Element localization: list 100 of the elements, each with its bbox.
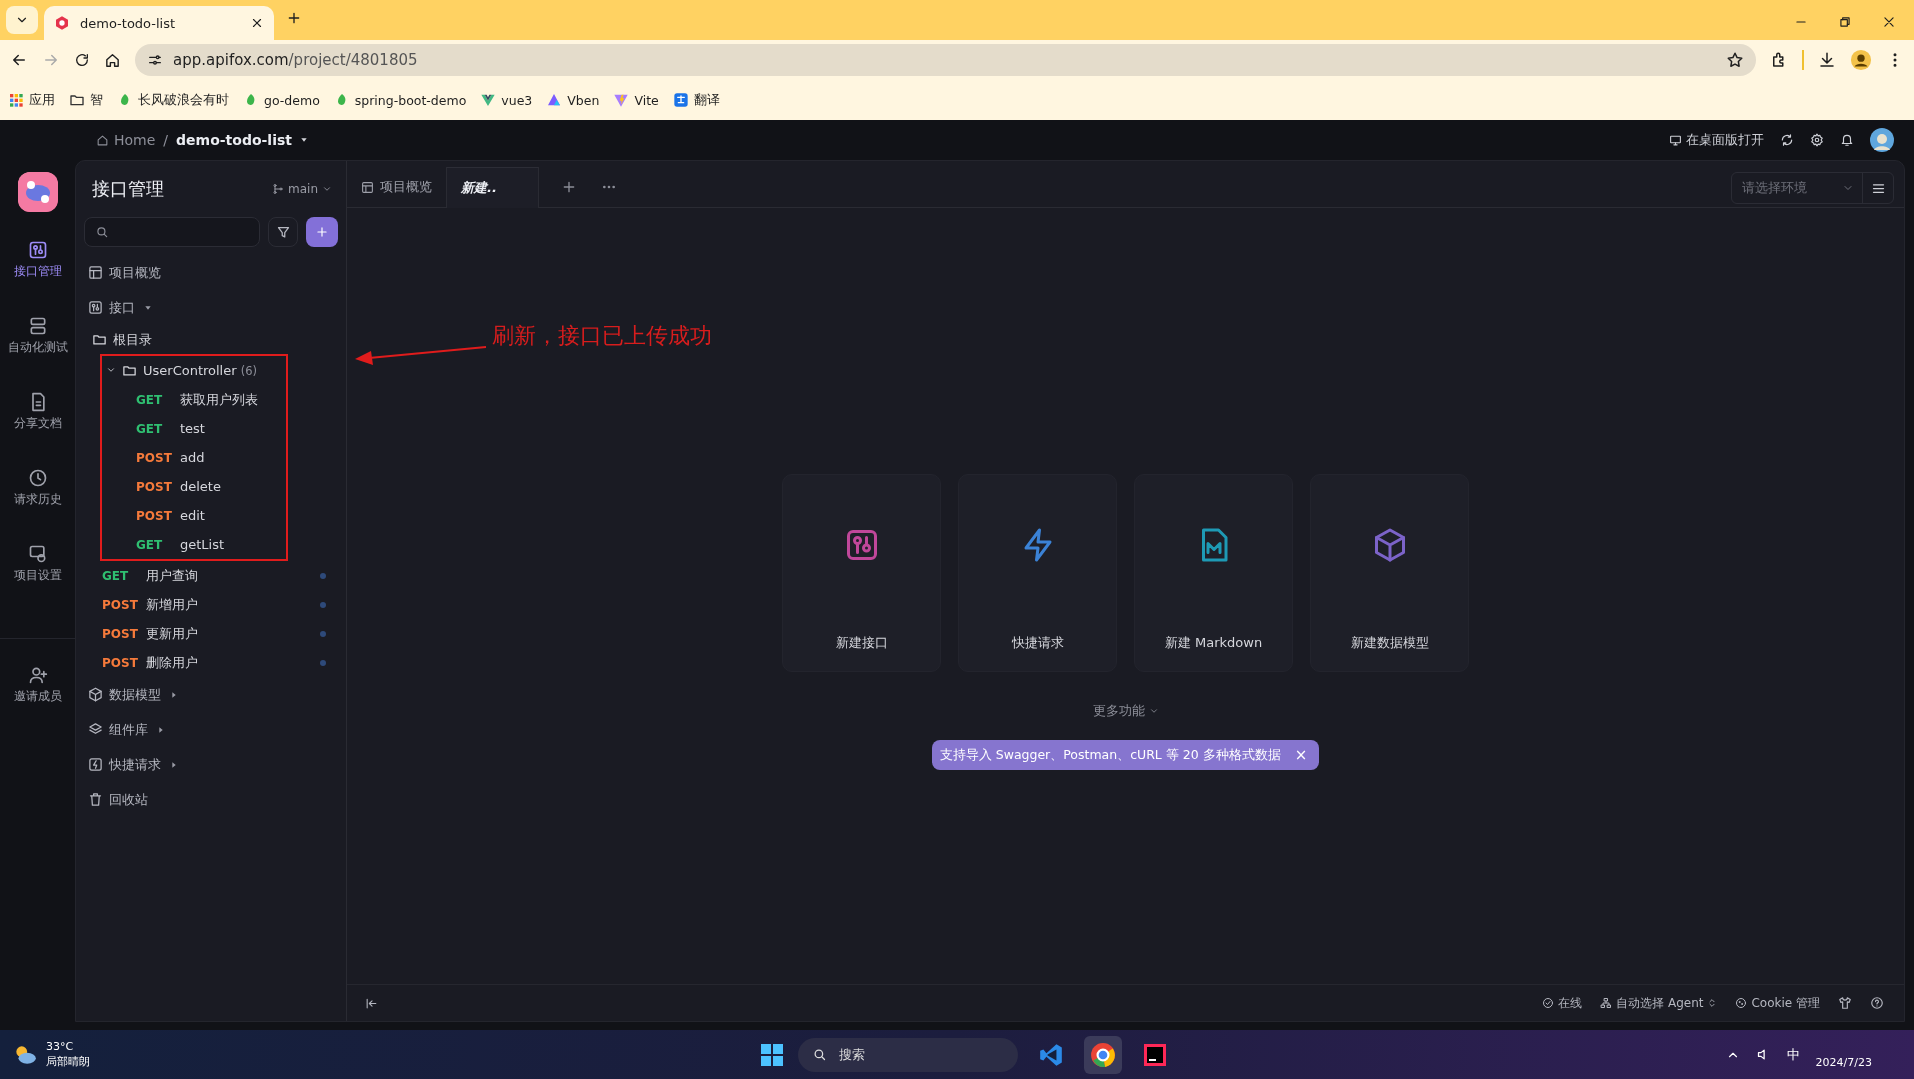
tree-folder[interactable]: 根目录 bbox=[92, 325, 338, 354]
restore-icon[interactable] bbox=[1838, 15, 1852, 29]
browser-tab[interactable]: demo-todo-list bbox=[44, 6, 274, 40]
nav-item[interactable]: 组件库 bbox=[84, 712, 338, 747]
translate-icon bbox=[672, 92, 689, 108]
endpoint-item[interactable]: POST edit bbox=[136, 501, 286, 530]
rail-item[interactable]: 分享文档 bbox=[0, 384, 75, 460]
chevron-down-icon bbox=[1148, 706, 1159, 716]
close-icon[interactable] bbox=[1882, 15, 1896, 29]
open-desktop-link[interactable]: 在桌面版打开 bbox=[1669, 131, 1764, 149]
apps-icon bbox=[8, 92, 24, 108]
weather-widget[interactable]: 33°C 局部晴朗 bbox=[12, 1040, 90, 1069]
trash-icon bbox=[88, 792, 103, 807]
api-icon bbox=[88, 300, 103, 315]
endpoint-item[interactable]: POST 更新用户 bbox=[102, 619, 338, 648]
branch-selector[interactable]: main bbox=[272, 182, 332, 196]
gradient-shape-icon bbox=[546, 92, 563, 108]
home-icon[interactable] bbox=[104, 51, 121, 69]
endpoint-item[interactable]: POST add bbox=[136, 443, 286, 472]
bookmark[interactable]: 应用 bbox=[8, 91, 55, 109]
taskbar-date[interactable]: 2024/7/23 bbox=[1815, 1056, 1872, 1069]
sync-icon[interactable] bbox=[1780, 133, 1794, 147]
taskbar-search[interactable]: 搜索 bbox=[798, 1037, 1018, 1072]
input-method[interactable]: 中 bbox=[1786, 1045, 1800, 1064]
rail-item[interactable]: 接口管理 bbox=[0, 232, 75, 308]
bell-icon[interactable] bbox=[1840, 133, 1854, 147]
plus-icon bbox=[315, 225, 329, 239]
agent-selector[interactable]: 自动选择 Agent bbox=[1600, 994, 1718, 1012]
caret-right-icon[interactable] bbox=[170, 760, 178, 769]
endpoint-item[interactable]: POST 新增用户 bbox=[102, 590, 338, 619]
filter-icon bbox=[275, 224, 291, 240]
app-logo[interactable] bbox=[17, 172, 58, 212]
caret-down-icon[interactable] bbox=[144, 303, 152, 312]
rail-item[interactable]: 项目设置 bbox=[0, 536, 75, 612]
layout-icon bbox=[88, 265, 103, 280]
endpoint-item[interactable]: GET 获取用户列表 bbox=[136, 385, 286, 414]
editor-tab[interactable]: 新建.. bbox=[447, 167, 539, 208]
caret-down-icon[interactable] bbox=[300, 136, 308, 144]
more-features-button[interactable]: 更多功能 bbox=[1092, 702, 1159, 720]
endpoint-item[interactable]: GET test bbox=[136, 414, 286, 443]
settings-icon[interactable] bbox=[1810, 133, 1824, 147]
nav-item[interactable]: 回收站 bbox=[84, 782, 338, 817]
endpoint-item[interactable]: GET 用户查询 bbox=[102, 561, 338, 590]
user-avatar[interactable] bbox=[1870, 128, 1894, 152]
reload-icon[interactable] bbox=[74, 52, 90, 68]
close-button[interactable]: × bbox=[1292, 746, 1310, 764]
profile-avatar[interactable] bbox=[1850, 49, 1872, 71]
action-card[interactable]: 快捷请求 bbox=[958, 474, 1117, 672]
caret-right-icon[interactable] bbox=[157, 725, 165, 734]
online-status[interactable]: 在线 bbox=[1542, 994, 1583, 1012]
endpoint-item[interactable]: GET getList bbox=[136, 530, 286, 559]
windows-start-icon[interactable] bbox=[760, 1042, 784, 1067]
tree-folder[interactable]: UserController (6) bbox=[106, 356, 286, 385]
bookmark[interactable]: Vben bbox=[546, 92, 600, 108]
search-field[interactable] bbox=[84, 217, 260, 247]
nav-item[interactable]: 项目概览 bbox=[84, 255, 338, 290]
cookie-icon bbox=[1735, 997, 1748, 1009]
nav-item[interactable]: 数据模型 bbox=[84, 677, 338, 712]
code-editor-icon bbox=[1038, 1041, 1064, 1068]
rail-item[interactable]: 请求历史 bbox=[0, 460, 75, 536]
bookmark[interactable]: spring-boot-demo bbox=[333, 92, 467, 108]
network-icon bbox=[1600, 997, 1613, 1009]
check-circle-icon bbox=[1542, 997, 1555, 1009]
breadcrumb-home[interactable]: Home bbox=[96, 132, 156, 148]
v-logo-icon bbox=[613, 92, 630, 108]
chevron-down-icon[interactable] bbox=[106, 365, 116, 375]
action-card[interactable]: 新建数据模型 bbox=[1310, 474, 1469, 672]
nav-item[interactable]: 接口 bbox=[84, 290, 338, 325]
cookie-manager[interactable]: Cookie 管理 bbox=[1735, 994, 1820, 1012]
bookmark[interactable]: 长风破浪会有时 bbox=[117, 91, 229, 109]
bookmark[interactable]: go-demo bbox=[243, 92, 320, 108]
endpoint-item[interactable]: POST delete bbox=[136, 472, 286, 501]
up-down-icon bbox=[1707, 997, 1718, 1009]
nav-item[interactable]: 快捷请求 bbox=[84, 747, 338, 782]
search-icon bbox=[812, 1047, 827, 1062]
plus-icon[interactable] bbox=[286, 10, 302, 26]
monitor-icon bbox=[1669, 133, 1682, 147]
add-button[interactable] bbox=[306, 217, 338, 247]
action-card[interactable]: 新建 Markdown bbox=[1134, 474, 1293, 672]
rail-item[interactable]: 自动化测试 bbox=[0, 308, 75, 384]
caret-right-icon[interactable] bbox=[170, 690, 178, 699]
action-card[interactable]: 新建接口 bbox=[782, 474, 941, 672]
address-bar[interactable]: app.apifox.com/project/4801805 bbox=[135, 44, 1756, 76]
bookmark[interactable]: 智 bbox=[69, 91, 103, 109]
taskbar-app[interactable] bbox=[1084, 1035, 1122, 1074]
filter-button[interactable] bbox=[268, 217, 298, 247]
star-icon[interactable] bbox=[1726, 51, 1744, 69]
plus-icon[interactable] bbox=[561, 179, 577, 195]
bookmark[interactable]: Vite bbox=[613, 92, 659, 108]
ide-icon bbox=[1143, 1042, 1167, 1067]
bookmark[interactable]: 翻译 bbox=[672, 91, 720, 109]
shirt-icon[interactable] bbox=[1838, 996, 1852, 1010]
download-icon[interactable] bbox=[1818, 51, 1836, 69]
endpoint-item[interactable]: POST 删除用户 bbox=[102, 648, 338, 677]
close-icon[interactable] bbox=[250, 16, 264, 30]
collapse-icon[interactable] bbox=[365, 996, 378, 1010]
bookmark[interactable]: vue3 bbox=[480, 92, 533, 108]
chevron-down-icon bbox=[322, 184, 332, 194]
app-logo-icon bbox=[54, 15, 70, 31]
project-name[interactable]: demo-todo-list bbox=[176, 132, 292, 148]
